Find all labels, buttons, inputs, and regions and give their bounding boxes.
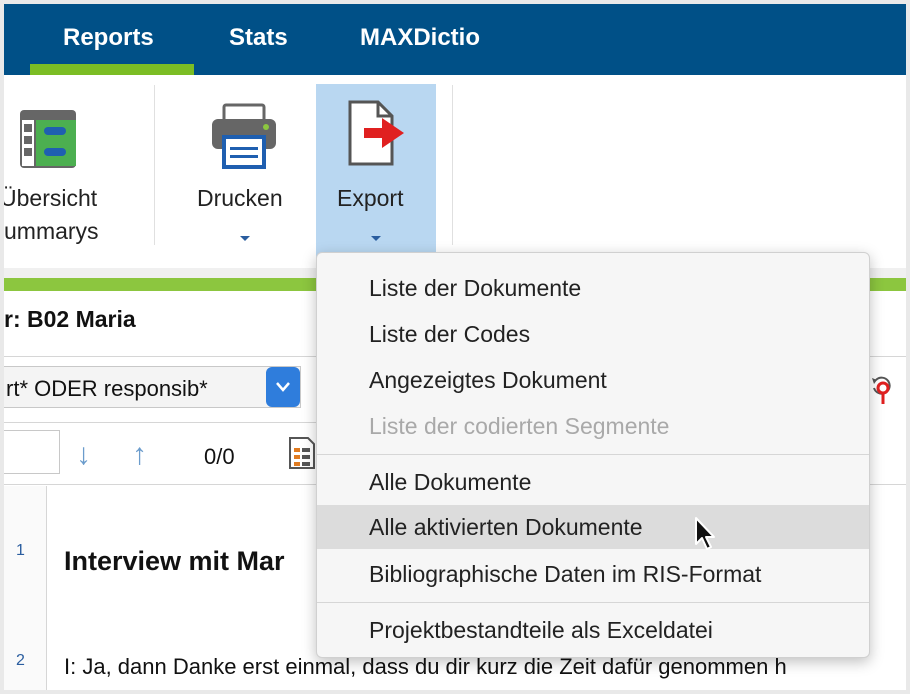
ribbon-tab-bar: Reports Stats MAXDictio bbox=[4, 4, 906, 75]
tab-reports[interactable]: Reports bbox=[63, 24, 154, 52]
report-icon[interactable] bbox=[288, 436, 316, 470]
interview-heading: Interview mit Mar bbox=[64, 546, 285, 576]
export-button[interactable]: Export bbox=[316, 84, 436, 264]
line-number-column bbox=[4, 486, 47, 690]
overview-label-line2: ummarys bbox=[4, 218, 99, 244]
overview-summarys-button[interactable]: Übersicht ummarys bbox=[4, 75, 154, 265]
printer-icon bbox=[212, 103, 276, 169]
chevron-down-icon bbox=[276, 382, 290, 392]
line-search-field[interactable] bbox=[4, 430, 60, 474]
tab-maxdictio[interactable]: MAXDictio bbox=[360, 24, 480, 52]
export-dropdown-menu: Liste der Dokumente Liste der Codes Ange… bbox=[316, 252, 870, 658]
divider bbox=[4, 422, 316, 423]
menu-item-liste-der-codierten-segmente: Liste der codierten Segmente bbox=[369, 413, 670, 439]
document-title-name: B02 Maria bbox=[27, 306, 136, 332]
menu-item-projektbestandteile-exceldatei[interactable]: Projektbestandteile als Exceldatei bbox=[317, 608, 869, 652]
document-title: r: B02 Maria bbox=[4, 306, 136, 333]
ribbon-divider bbox=[452, 85, 453, 245]
menu-separator bbox=[317, 454, 869, 455]
reset-pin-icon[interactable] bbox=[870, 374, 896, 406]
app-window: Reports Stats MAXDictio Übersicht ummary… bbox=[4, 4, 906, 690]
document-title-prefix: r: bbox=[4, 306, 27, 332]
menu-item-bibliographische-daten[interactable]: Bibliographische Daten im RIS-Format bbox=[317, 552, 869, 596]
search-input[interactable]: rt* ODER responsib* bbox=[6, 376, 208, 402]
menu-item-liste-der-dokumente[interactable]: Liste der Dokumente bbox=[317, 266, 869, 310]
menu-item-alle-dokumente[interactable]: Alle Dokumente bbox=[317, 460, 869, 504]
menu-item-liste-der-codes[interactable]: Liste der Codes bbox=[317, 312, 869, 356]
arrow-down-icon[interactable]: ↓ bbox=[76, 438, 91, 472]
chevron-down-icon bbox=[371, 236, 381, 241]
hit-counter: 0/0 bbox=[204, 444, 235, 469]
active-tab-indicator bbox=[30, 64, 194, 75]
combo-dropdown-button[interactable] bbox=[266, 367, 300, 407]
overview-label-line1: Übersicht bbox=[4, 185, 98, 211]
arrow-up-icon[interactable]: ↑ bbox=[132, 438, 147, 472]
export-file-icon bbox=[348, 100, 404, 166]
line-number: 2 bbox=[16, 652, 25, 669]
search-combo[interactable]: rt* ODER responsib* bbox=[4, 366, 301, 408]
menu-separator bbox=[317, 602, 869, 603]
overview-table-icon bbox=[20, 110, 76, 168]
chevron-down-icon bbox=[240, 236, 250, 241]
print-button[interactable]: Drucken bbox=[180, 75, 310, 265]
tab-stats[interactable]: Stats bbox=[229, 24, 288, 52]
print-label: Drucken bbox=[197, 185, 283, 211]
mouse-pointer-icon bbox=[695, 517, 715, 550]
ribbon-divider bbox=[154, 85, 155, 245]
menu-item-alle-aktivierten-dokumente[interactable]: Alle aktivierten Dokumente bbox=[317, 505, 869, 549]
line-number: 1 bbox=[16, 542, 25, 559]
menu-item-angezeigtes-dokument[interactable]: Angezeigtes Dokument bbox=[317, 358, 869, 402]
export-label: Export bbox=[337, 185, 404, 211]
ribbon-toolbar: Übersicht ummarys Drucken Export bbox=[4, 75, 906, 268]
